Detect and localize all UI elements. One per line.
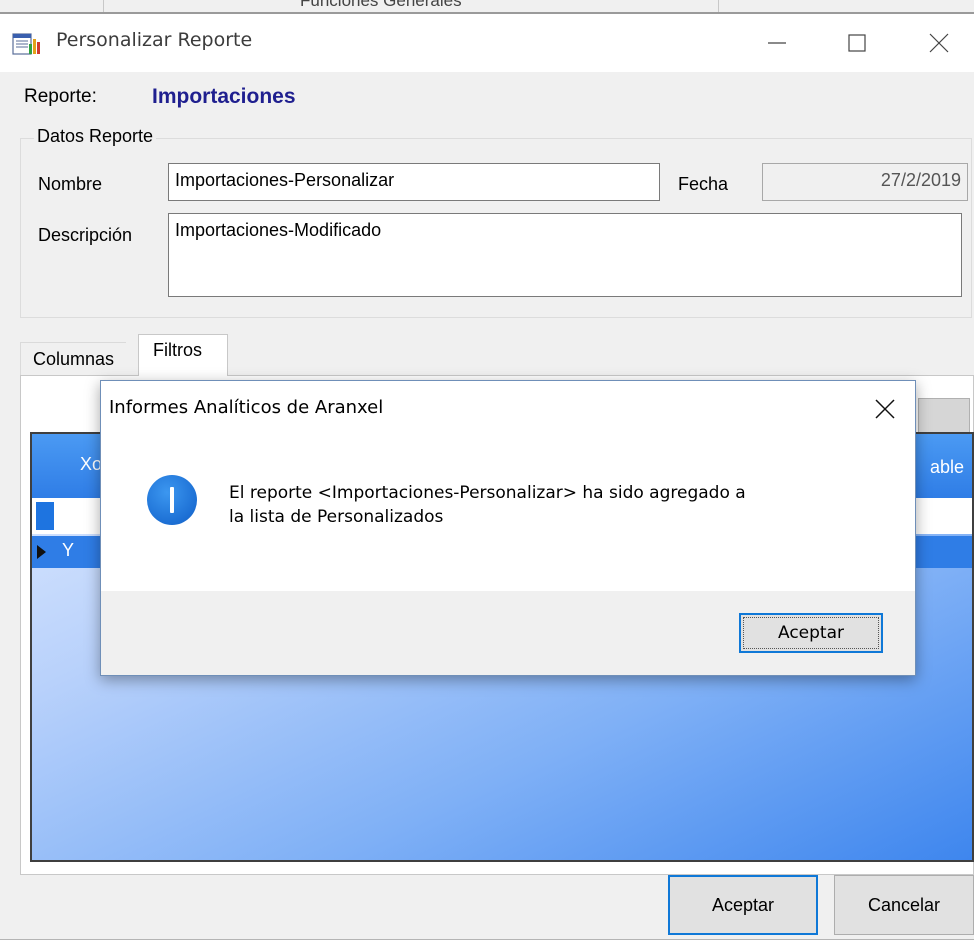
window-title: Personalizar Reporte <box>56 29 253 51</box>
close-icon <box>929 33 949 53</box>
aceptar-button[interactable]: Aceptar <box>668 875 818 935</box>
grid-column-header[interactable]: able <box>930 457 964 478</box>
minimize-icon <box>768 42 786 44</box>
nombre-field[interactable]: Importaciones-Personalizar <box>168 163 660 201</box>
filter-toolbar-button[interactable] <box>918 398 970 434</box>
dialog-aceptar-button[interactable]: Aceptar <box>739 613 883 653</box>
dialog-close-button[interactable] <box>861 387 909 431</box>
focus-rectangle <box>743 617 879 649</box>
maximize-button[interactable] <box>822 14 892 72</box>
dialog-footer: Aceptar <box>101 591 915 675</box>
row-indicator-icon <box>37 545 46 559</box>
tab-filtros[interactable]: Filtros <box>138 334 228 376</box>
datos-reporte-legend: Datos Reporte <box>34 126 157 147</box>
title-bar[interactable]: Personalizar Reporte <box>0 14 974 72</box>
grid-selected-cell[interactable] <box>36 502 54 530</box>
descripcion-field[interactable]: Importaciones-Modificado <box>168 213 962 297</box>
cancelar-button[interactable]: Cancelar <box>834 875 974 935</box>
fecha-label: Fecha <box>678 174 729 194</box>
dialog-message: El reporte <Importaciones-Personalizar> … <box>229 483 746 527</box>
background-area <box>0 940 974 951</box>
report-name: Importaciones <box>152 85 296 108</box>
underlying-window-text: Funciones Generales <box>300 0 462 10</box>
underlying-window-strip: Funciones Generales <box>0 0 974 14</box>
dialog-title: Informes Analíticos de Aranxel <box>109 397 384 418</box>
report-app-icon <box>12 33 40 55</box>
close-window-button[interactable] <box>904 14 974 72</box>
descripcion-label: Descripción <box>38 225 133 245</box>
fecha-field[interactable]: 27/2/2019 <box>762 163 968 201</box>
grid-cell[interactable]: Y <box>62 540 74 561</box>
close-icon <box>875 399 895 419</box>
minimize-button[interactable] <box>742 14 812 72</box>
report-caption: Reporte: <box>24 86 97 107</box>
info-icon <box>147 475 197 525</box>
nombre-label: Nombre <box>38 174 103 194</box>
tab-columnas[interactable]: Columnas <box>20 342 127 375</box>
info-icon-bar <box>170 487 174 513</box>
maximize-icon <box>848 34 866 52</box>
message-dialog: Informes Analíticos de Aranxel El report… <box>100 380 916 676</box>
